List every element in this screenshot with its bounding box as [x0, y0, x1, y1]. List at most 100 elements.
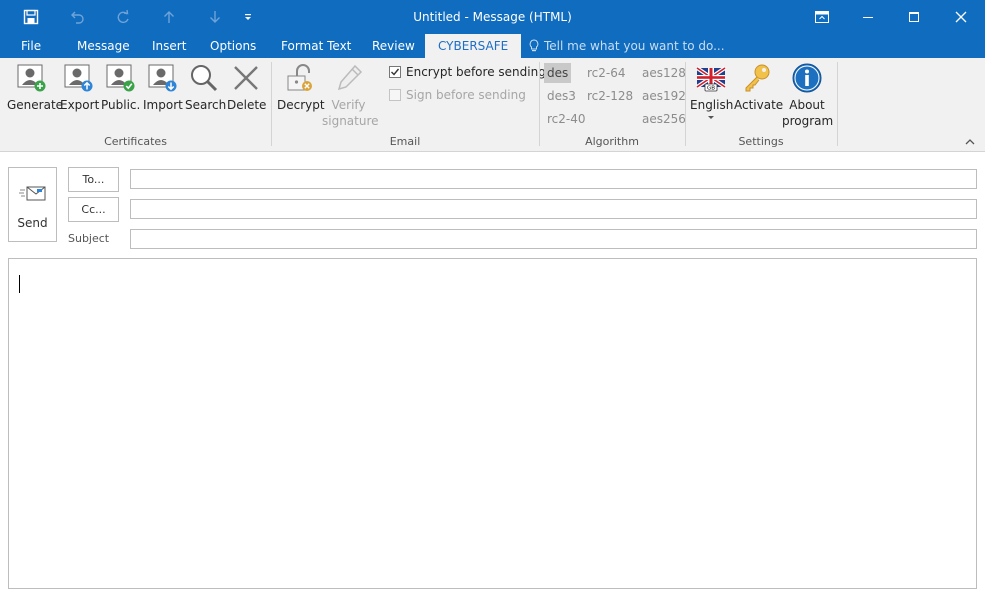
encrypt-before-sending-label: Encrypt before sending: [406, 65, 546, 79]
tab-review[interactable]: Review: [372, 34, 415, 58]
tab-options[interactable]: Options: [210, 34, 256, 58]
redo-button[interactable]: [100, 0, 146, 34]
algorithm-option-des3[interactable]: des3: [544, 86, 579, 106]
message-body-editor[interactable]: [8, 258, 977, 589]
activate-button[interactable]: Activate: [734, 62, 784, 113]
title-bar: Untitled - Message (HTML): [0, 0, 985, 34]
search-button[interactable]: Search: [185, 62, 226, 113]
algorithm-option-rc2-128[interactable]: rc2-128: [584, 86, 636, 106]
verify-signature-button[interactable]: Verify signature: [322, 62, 379, 129]
algorithm-option-des[interactable]: des: [544, 63, 572, 83]
verify-label-line1: Verify: [331, 98, 366, 112]
minimize-button[interactable]: [845, 0, 891, 34]
about-program-button[interactable]: About program: [782, 62, 834, 129]
send-envelope-icon: [19, 186, 46, 201]
encrypt-before-sending-checkbox[interactable]: Encrypt before sending: [389, 65, 546, 79]
group-label-settings: Settings: [738, 135, 784, 148]
decrypt-label: Decrypt: [277, 98, 325, 112]
info-icon: [792, 63, 822, 93]
redo-icon: [117, 9, 129, 24]
next-item-button[interactable]: [192, 0, 238, 34]
language-label: English: [690, 98, 734, 112]
subject-label: Subject: [68, 232, 110, 245]
maximize-icon: [909, 12, 919, 22]
send-button[interactable]: Send: [8, 167, 57, 242]
search-label: Search: [185, 98, 227, 112]
delete-button[interactable]: Delete: [227, 62, 267, 113]
generate-certificate-icon: [17, 64, 45, 92]
tab-file[interactable]: File: [21, 34, 41, 58]
undo-button[interactable]: [54, 0, 100, 34]
tell-me-search[interactable]: Tell me what you want to do...: [528, 34, 725, 58]
cc-button[interactable]: Cc...: [68, 197, 119, 222]
customize-toolbar-button[interactable]: [238, 0, 258, 34]
group-separator: [271, 62, 272, 146]
import-button[interactable]: Import: [143, 62, 183, 113]
send-label: Send: [17, 216, 48, 230]
decrypt-button[interactable]: Decrypt: [277, 62, 325, 113]
to-button[interactable]: To...: [68, 167, 119, 192]
lightbulb-icon: [529, 39, 539, 52]
import-certificate-icon: [148, 64, 177, 92]
down-arrow-icon: [210, 11, 220, 23]
about-label-line1: About: [789, 98, 825, 112]
group-separator: [837, 62, 838, 146]
tab-cybersafe[interactable]: CYBERSAFE: [425, 34, 522, 58]
delete-label: Delete: [227, 98, 267, 112]
tab-message[interactable]: Message: [77, 34, 130, 58]
publicize-certificate-icon: [106, 64, 135, 92]
export-label: Export: [60, 98, 100, 112]
compose-area: Send To... Cc... Subject: [0, 152, 985, 598]
verify-label-line2: signature: [322, 114, 379, 128]
tab-insert[interactable]: Insert: [152, 34, 186, 58]
previous-item-button[interactable]: [146, 0, 192, 34]
undo-icon: [71, 11, 84, 24]
publicize-label: Public.: [101, 98, 141, 112]
pen-icon: [337, 64, 362, 91]
close-button[interactable]: [938, 0, 984, 34]
key-icon: [745, 64, 770, 92]
text-cursor: [19, 275, 20, 293]
sign-before-sending-checkbox[interactable]: Sign before sending: [389, 88, 526, 102]
algorithm-option-aes128[interactable]: aes128: [639, 63, 689, 83]
generate-label: Generate: [7, 98, 64, 112]
maximize-button[interactable]: [891, 0, 937, 34]
group-separator: [685, 62, 686, 146]
unlock-icon: [287, 64, 312, 91]
search-icon: [190, 65, 217, 92]
minimize-icon: [863, 17, 873, 18]
publicize-button[interactable]: Public.: [101, 62, 141, 113]
to-field[interactable]: [130, 169, 977, 189]
chevron-down-icon: [708, 116, 714, 119]
algorithm-option-aes192[interactable]: aes192: [639, 86, 689, 106]
tab-format-text[interactable]: Format Text: [281, 34, 351, 58]
generate-button[interactable]: Generate: [7, 62, 63, 113]
checkbox-unchecked[interactable]: [389, 89, 401, 101]
cc-field[interactable]: [130, 199, 977, 219]
ribbon-display-icon: [815, 11, 829, 23]
save-icon: [23, 9, 39, 25]
ribbon-tab-row: File Message Insert Options Format Text …: [0, 34, 985, 58]
save-button[interactable]: [8, 0, 54, 34]
sign-before-sending-label: Sign before sending: [406, 88, 526, 102]
checkbox-checked[interactable]: [389, 66, 401, 78]
svg-text:GB: GB: [707, 86, 715, 92]
activate-label: Activate: [734, 98, 784, 112]
group-label-email: Email: [389, 135, 421, 148]
algorithm-option-rc2-40[interactable]: rc2-40: [544, 109, 589, 129]
export-button[interactable]: Export: [60, 62, 100, 113]
delete-x-icon: [234, 66, 258, 90]
subject-field[interactable]: [130, 229, 977, 249]
algorithm-option-aes256[interactable]: aes256: [639, 109, 689, 129]
language-dropdown[interactable]: GB English: [690, 62, 734, 121]
group-label-algorithm: Algorithm: [585, 135, 639, 148]
import-label: Import: [143, 98, 183, 112]
tell-me-label: Tell me what you want to do...: [544, 39, 725, 53]
ribbon-display-options-button[interactable]: [799, 0, 845, 34]
group-label-certificates: Certificates: [104, 135, 167, 148]
collapse-ribbon-icon[interactable]: [965, 138, 975, 145]
up-arrow-icon: [164, 11, 174, 23]
about-label-line2: program: [782, 114, 834, 128]
algorithm-option-rc2-64[interactable]: rc2-64: [584, 63, 629, 83]
close-icon: [955, 11, 967, 23]
